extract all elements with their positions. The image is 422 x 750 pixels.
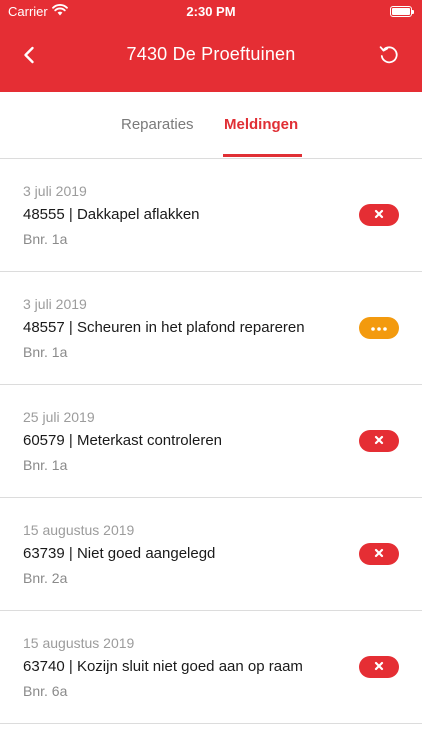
app-header: Carrier 2:30 PM 7430 De Proeftuinen	[0, 0, 422, 92]
meldingen-list: 3 juli 2019 48555 | Dakkapel aflakken Bn…	[0, 159, 422, 724]
item-title: 48557 | Scheuren in het plafond reparere…	[23, 319, 305, 336]
refresh-icon	[378, 44, 400, 71]
item-bnr: Bnr. 6a	[23, 683, 68, 699]
status-badge	[359, 543, 399, 565]
item-title: 63740 | Kozijn sluit niet goed aan op ra…	[23, 658, 303, 675]
list-item[interactable]: 15 augustus 2019 63739 | Niet goed aange…	[0, 498, 422, 611]
refresh-button[interactable]	[374, 42, 404, 72]
close-icon	[374, 432, 384, 450]
item-title: 48555 | Dakkapel aflakken	[23, 206, 200, 223]
clock: 2:30 PM	[186, 4, 236, 19]
list-item[interactable]: 15 augustus 2019 63740 | Kozijn sluit ni…	[0, 611, 422, 724]
item-title: 60579 | Meterkast controleren	[23, 432, 223, 449]
status-badge	[359, 204, 399, 226]
status-badge	[359, 656, 399, 678]
item-bnr: Bnr. 1a	[23, 231, 68, 247]
list-item[interactable]: 3 juli 2019 48557 | Scheuren in het plaf…	[0, 272, 422, 385]
item-date: 3 juli 2019	[23, 183, 87, 199]
item-date: 25 juli 2019	[23, 409, 95, 425]
tab-meldingen[interactable]: Meldingen	[224, 116, 298, 133]
status-badge	[359, 317, 399, 339]
tab-reparaties[interactable]: Reparaties	[121, 116, 194, 133]
status-badge	[359, 430, 399, 452]
tab-bar: Reparaties Meldingen	[0, 92, 422, 159]
list-item[interactable]: 25 juli 2019 60579 | Meterkast controler…	[0, 385, 422, 498]
battery-icon	[390, 6, 414, 17]
close-icon	[374, 658, 384, 676]
list-item[interactable]: 3 juli 2019 48555 | Dakkapel aflakken Bn…	[0, 159, 422, 272]
close-icon	[374, 545, 384, 563]
item-bnr: Bnr. 1a	[23, 344, 68, 360]
item-date: 15 augustus 2019	[23, 522, 135, 538]
nav-bar: 7430 De Proeftuinen	[0, 24, 422, 92]
chevron-left-icon	[23, 46, 35, 69]
item-title: 63739 | Niet goed aangelegd	[23, 545, 216, 562]
more-dots-icon	[370, 319, 388, 337]
back-button[interactable]	[14, 42, 44, 72]
page-title: 7430 De Proeftuinen	[126, 44, 296, 64]
item-date: 3 juli 2019	[23, 296, 87, 312]
active-tab-indicator	[223, 154, 302, 157]
item-bnr: Bnr. 1a	[23, 457, 68, 473]
item-bnr: Bnr. 2a	[23, 570, 68, 586]
item-date: 15 augustus 2019	[23, 635, 135, 651]
status-bar: Carrier 2:30 PM	[0, 0, 422, 24]
close-icon	[374, 206, 384, 224]
